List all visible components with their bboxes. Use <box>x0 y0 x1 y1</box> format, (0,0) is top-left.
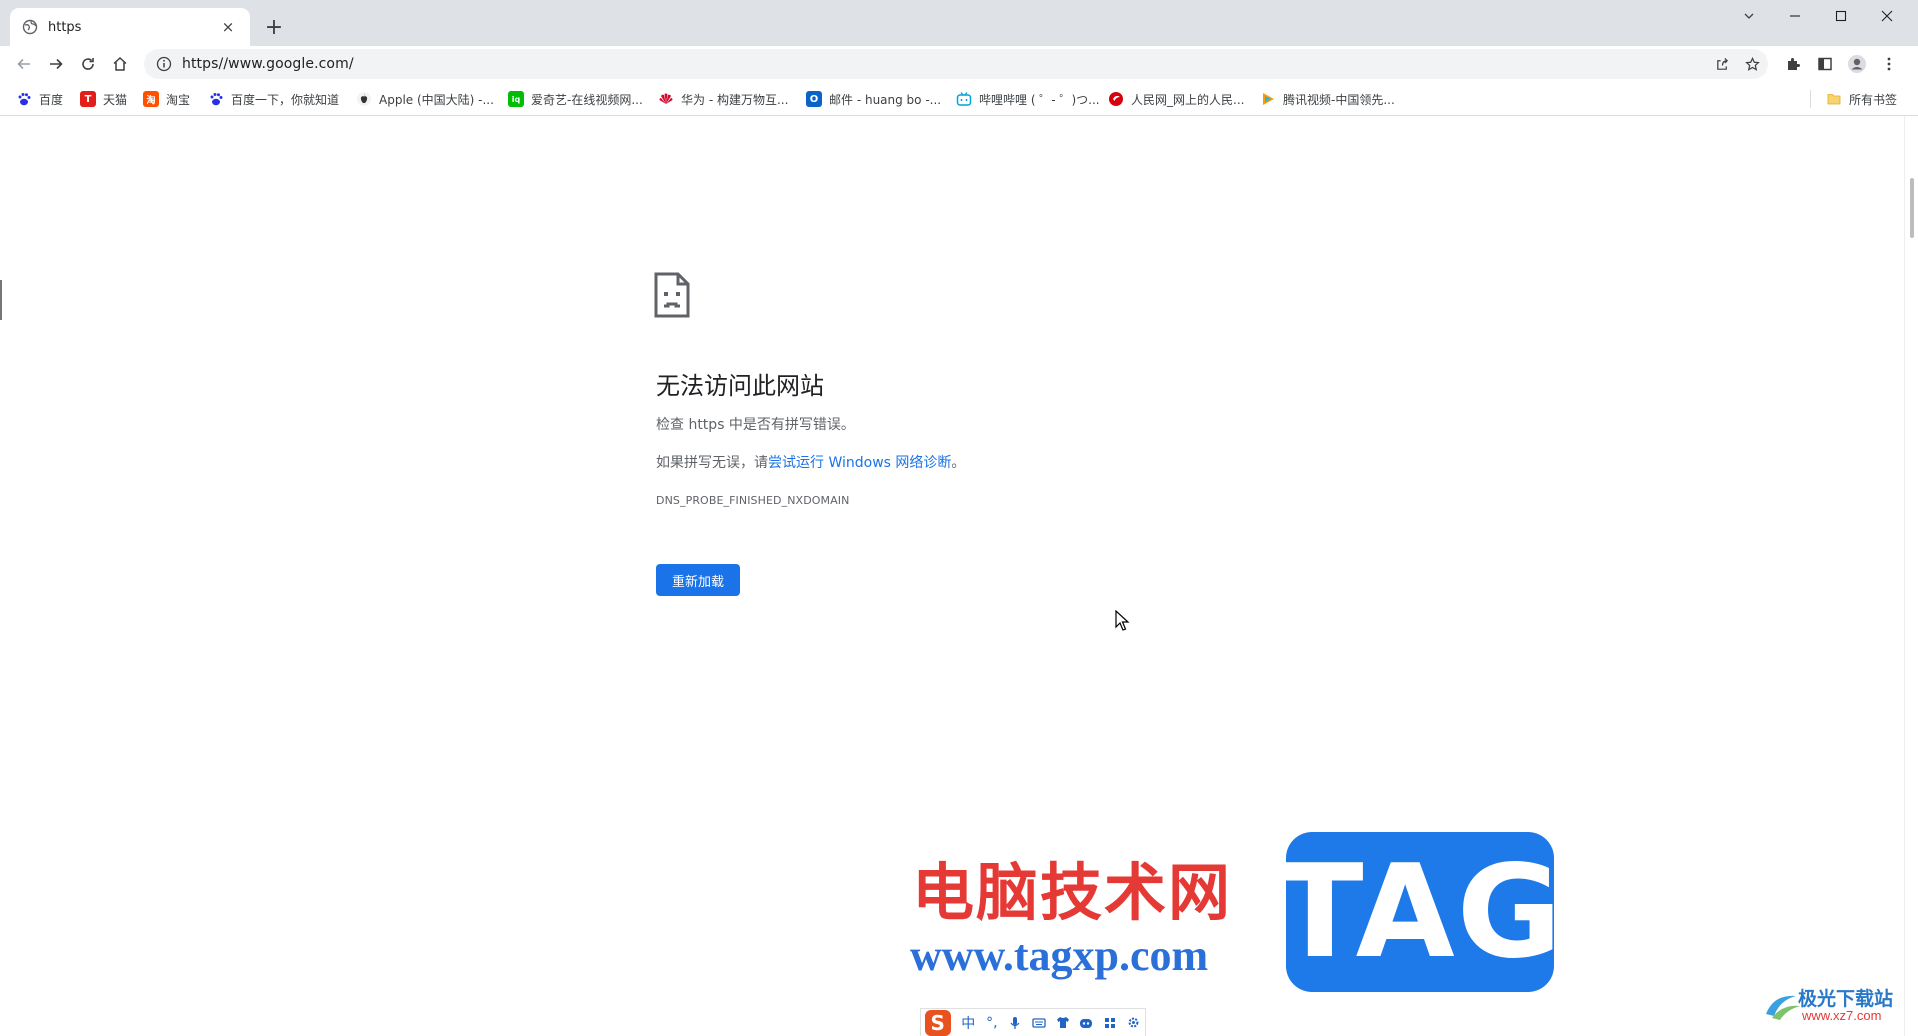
tab-close-icon[interactable]: × <box>218 17 238 37</box>
bookmark-label: 邮件 - huang bo -... <box>829 92 942 107</box>
toolbox-grid-icon[interactable] <box>1098 1011 1122 1035</box>
watermark-xz-logo: 极光下载站 www.xz7.com <box>1762 984 1912 1028</box>
bilibili-icon <box>956 92 972 106</box>
bookmark-label: 百度一下，你就知道 <box>231 92 340 107</box>
back-icon[interactable] <box>10 50 38 78</box>
bookmark-item[interactable]: 淘 淘宝 <box>143 88 190 110</box>
taobao-icon: 淘 <box>143 91 159 107</box>
profile-avatar-icon[interactable] <box>1843 50 1871 78</box>
apple-icon <box>357 92 371 106</box>
bookmark-item[interactable]: 百度一下，你就知道 <box>208 88 339 110</box>
outlook-icon: O <box>806 91 822 107</box>
minimize-icon[interactable] <box>1772 0 1818 32</box>
scrollbar-thumb[interactable] <box>1910 178 1914 238</box>
microphone-icon[interactable] <box>1004 1011 1028 1035</box>
new-tab-button[interactable]: + <box>260 13 288 41</box>
bookmark-label: 人民网_网上的人民... <box>1131 92 1245 107</box>
bookmarks-bar: 百度 T 天猫 淘 淘宝 百度一下，你就知道 Apple (中国大陆) -...… <box>0 82 1918 116</box>
reload-icon[interactable] <box>74 50 102 78</box>
home-icon[interactable] <box>106 50 134 78</box>
bookmark-label: 爱奇艺-在线视频网... <box>531 92 643 107</box>
side-panel-icon[interactable] <box>1811 50 1839 78</box>
bookmark-item[interactable]: Apple (中国大陆) -... <box>356 88 494 110</box>
diagnostics-prefix: 如果拼写无误，请 <box>656 455 768 471</box>
address-bar[interactable]: https//www.google.com/ <box>144 49 1768 79</box>
error-suggestion-diagnostics: 如果拼写无误，请尝试运行 Windows 网络诊断。 <box>656 452 965 472</box>
bookmark-item[interactable]: 人民网_网上的人民... <box>1108 88 1244 110</box>
toolbar: https//www.google.com/ <box>0 46 1918 82</box>
forward-icon[interactable] <box>42 50 70 78</box>
bookmark-label: Apple (中国大陆) -... <box>379 92 494 107</box>
globe-icon <box>22 19 38 35</box>
mouse-cursor-icon <box>1115 610 1130 631</box>
bookmark-item[interactable]: 哔哩哔哩 ( ゜- ゜)つ... <box>956 88 1100 110</box>
ime-mode-toggle[interactable]: 中 <box>957 1011 981 1035</box>
error-code: DNS_PROBE_FINISHED_NXDOMAIN <box>656 494 850 507</box>
all-bookmarks-label: 所有书签 <box>1849 92 1898 107</box>
skin-shirt-icon[interactable] <box>1051 1011 1075 1035</box>
page-scrollbar[interactable] <box>1904 116 1918 1036</box>
network-diagnostics-link[interactable]: 尝试运行 Windows 网络诊断 <box>768 455 951 471</box>
ime-settings-icon[interactable] <box>1121 1011 1145 1035</box>
all-bookmarks-button[interactable]: 所有书签 <box>1826 88 1897 110</box>
bookmark-item[interactable]: T 天猫 <box>80 88 127 110</box>
watermark-site-url: www.tagxp.com <box>910 931 1209 980</box>
info-icon[interactable] <box>156 56 172 72</box>
bookmark-label: 百度 <box>39 92 64 107</box>
share-icon[interactable] <box>1710 52 1734 76</box>
watermark-xz-url: www.xz7.com <box>1802 1008 1882 1023</box>
browser-window: https × + https//www.google.com/ 百度 T 天猫… <box>0 0 1918 1036</box>
error-title: 无法访问此网站 <box>656 372 824 400</box>
watermark-xz-name: 极光下载站 <box>1798 988 1894 1010</box>
huawei-icon <box>659 93 673 104</box>
peoples-daily-icon <box>1109 92 1123 106</box>
reload-button[interactable]: 重新加载 <box>656 564 740 596</box>
bookmark-label: 淘宝 <box>166 92 191 107</box>
aurora-logo-icon <box>1766 995 1800 1020</box>
bookmark-item[interactable]: 腾讯视频-中国领先... <box>1260 88 1395 110</box>
maximize-icon[interactable] <box>1818 0 1864 32</box>
bookmark-label: 哔哩哔哩 ( ゜- ゜)つ... <box>979 92 1100 107</box>
close-icon[interactable] <box>1864 0 1910 32</box>
baidu-icon <box>210 93 223 106</box>
bookmarks-divider <box>1810 90 1811 108</box>
ime-punctuation-toggle[interactable]: °, <box>980 1011 1004 1035</box>
tab-search-icon[interactable] <box>1726 0 1772 32</box>
tab-strip: https × + <box>0 0 1918 46</box>
watermark-site-name: 电脑技术网 <box>912 856 1233 929</box>
keyboard-icon[interactable] <box>1027 1011 1051 1035</box>
bookmark-label: 华为 - 构建万物互... <box>681 92 789 107</box>
url-text[interactable]: https//www.google.com/ <box>182 56 354 72</box>
ime-toolbar: S 中 °, <box>920 1008 1146 1036</box>
bookmark-item[interactable]: O 邮件 - huang bo -... <box>806 88 941 110</box>
tab-title: https <box>48 19 82 35</box>
menu-kebab-icon[interactable] <box>1875 50 1903 78</box>
window-edge <box>0 280 2 320</box>
bookmark-item[interactable]: 百度 <box>16 88 63 110</box>
sad-page-icon <box>654 272 690 318</box>
bookmark-label: 腾讯视频-中国领先... <box>1283 92 1395 107</box>
bookmark-item[interactable]: iq 爱奇艺-在线视频网... <box>508 88 643 110</box>
tab-active[interactable]: https × <box>10 8 250 46</box>
baidu-icon <box>18 93 31 106</box>
ime-assistant-icon[interactable] <box>1074 1011 1098 1035</box>
iqiyi-icon: iq <box>508 91 524 107</box>
error-suggestion-spelling: 检查 https 中是否有拼写错误。 <box>656 417 855 433</box>
watermark-tag-logo: TAG <box>1276 832 1562 992</box>
tencent-video-icon <box>1263 93 1274 105</box>
folder-icon <box>1827 94 1841 105</box>
tmall-icon: T <box>80 91 96 107</box>
bookmark-star-icon[interactable] <box>1740 52 1764 76</box>
bookmark-item[interactable]: 华为 - 构建万物互... <box>658 88 788 110</box>
diagnostics-suffix: 。 <box>951 455 966 471</box>
extensions-icon[interactable] <box>1779 50 1807 78</box>
bookmark-label: 天猫 <box>103 92 128 107</box>
sogou-ime-logo-icon[interactable]: S <box>925 1009 951 1036</box>
